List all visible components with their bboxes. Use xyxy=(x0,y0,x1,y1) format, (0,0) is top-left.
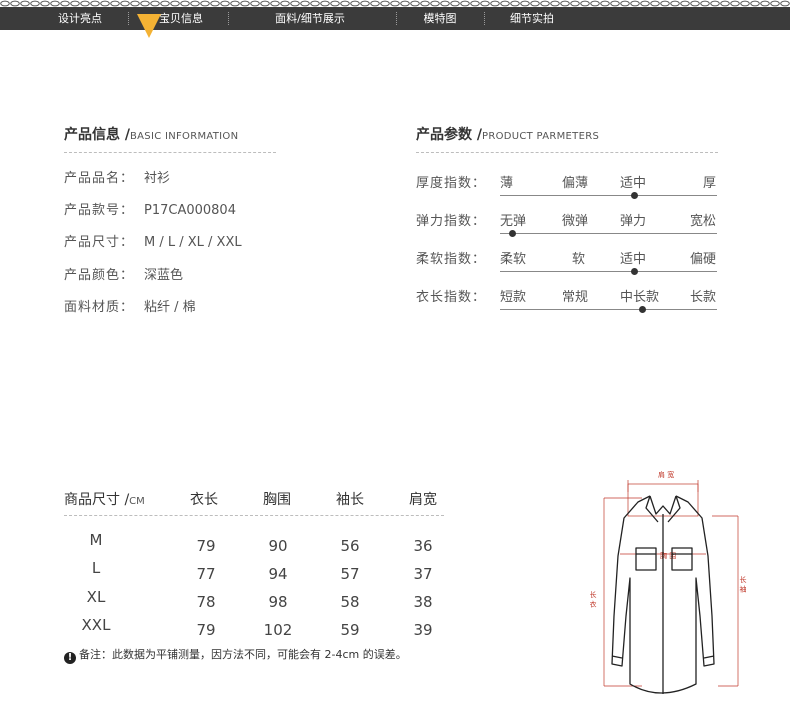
param-option: 适中 xyxy=(620,176,647,191)
size-table-cell: 98 xyxy=(268,593,288,611)
nav-separator xyxy=(396,12,397,25)
nav-separator xyxy=(228,12,229,25)
size-table-cell: 102 xyxy=(263,621,293,639)
nav-separator xyxy=(484,12,485,25)
info-label: 产品品名： xyxy=(64,171,135,186)
size-table-cell: 79 xyxy=(196,621,216,639)
info-subtitle: BASIC INFORMATION xyxy=(130,131,239,142)
size-table-cell: 79 xyxy=(196,537,216,555)
info-value: 深蓝色 xyxy=(144,268,184,283)
size-table-header-size: 商品尺寸 /CM xyxy=(64,489,145,509)
info-label: 产品款号： xyxy=(64,203,135,218)
param-selected-dot-icon xyxy=(631,268,638,275)
size-table-cell: 94 xyxy=(268,565,288,583)
param-scale-line xyxy=(500,233,717,234)
param-scale-line xyxy=(500,271,717,272)
size-table-cell: 37 xyxy=(413,565,433,583)
info-label: 产品尺寸： xyxy=(64,235,135,250)
info-value: P17CA000804 xyxy=(144,203,236,218)
params-title: 产品参数 / xyxy=(416,127,482,143)
divider xyxy=(64,515,444,516)
param-option: 厚 xyxy=(703,176,717,191)
param-option: 偏薄 xyxy=(562,176,589,191)
nav-item-detail-photos[interactable]: 细节实拍 xyxy=(500,7,564,30)
info-row-sizes: 产品尺寸： M / L / XL / XXL xyxy=(64,231,242,250)
info-section-title: 产品信息 /BASIC INFORMATION xyxy=(64,124,238,144)
param-selected-dot-icon xyxy=(631,192,638,199)
info-label: 面料材质： xyxy=(64,300,135,315)
param-scale-line xyxy=(500,309,717,310)
param-option: 偏硬 xyxy=(690,252,717,267)
param-option: 薄 xyxy=(500,176,514,191)
param-option: 微弹 xyxy=(562,214,589,229)
info-row-name: 产品品名： 衬衫 xyxy=(64,167,170,186)
size-table-cell: 38 xyxy=(413,593,433,611)
divider xyxy=(64,152,276,153)
diagram-length-label: 长 衣 xyxy=(590,590,597,608)
size-header-label: 商品尺寸 / xyxy=(64,492,130,508)
info-value: 粘纤 / 棉 xyxy=(144,300,196,315)
param-option: 中长款 xyxy=(620,290,660,305)
param-selected-dot-icon xyxy=(639,306,646,313)
nav-separator xyxy=(128,12,129,25)
size-table-cell: 78 xyxy=(196,593,216,611)
param-option: 长款 xyxy=(690,290,717,305)
size-table-header-chest: 胸围 xyxy=(263,492,291,508)
param-label: 衣长指数： xyxy=(416,290,487,305)
diagram-shoulder-label: 肩 宽 xyxy=(658,470,674,479)
decorative-chain-border xyxy=(0,0,790,7)
divider xyxy=(416,152,718,153)
nav-item-design[interactable]: 设计亮点 xyxy=(48,7,112,30)
info-row-style-no: 产品款号： P17CA000804 xyxy=(64,199,236,218)
size-header-unit: CM xyxy=(129,496,145,507)
size-table-header-length: 衣长 xyxy=(190,492,218,508)
size-table-cell: 57 xyxy=(340,565,360,583)
size-table-cell: 59 xyxy=(340,621,360,639)
param-option: 常规 xyxy=(562,290,589,305)
top-nav-bar: 设计亮点 宝贝信息 面料/细节展示 模特图 细节实拍 xyxy=(0,7,790,30)
param-option: 适中 xyxy=(620,252,647,267)
size-row-label: L xyxy=(91,559,101,577)
param-label: 厚度指数： xyxy=(416,176,487,191)
info-value: M / L / XL / XXL xyxy=(144,235,242,250)
size-row-label: XXL xyxy=(81,616,111,634)
diagram-sleeve-label: 长 袖 xyxy=(739,575,747,593)
param-label: 弹力指数： xyxy=(416,214,487,229)
size-table-cell: 56 xyxy=(340,537,360,555)
size-note: ! 备注：此数据为平铺测量，因方法不同，可能会有 2-4cm 的误差。 xyxy=(64,646,407,664)
note-text: 备注：此数据为平铺测量，因方法不同，可能会有 2-4cm 的误差。 xyxy=(79,648,407,661)
params-subtitle: PRODUCT PARMETERS xyxy=(482,131,600,142)
info-title: 产品信息 / xyxy=(64,127,130,143)
info-row-color: 产品颜色： 深蓝色 xyxy=(64,264,183,283)
size-table-cell: 90 xyxy=(268,537,288,555)
param-scale-line xyxy=(500,195,717,196)
param-option: 短款 xyxy=(500,290,527,305)
shirt-measurement-diagram-icon: 肩 宽 胸 围 长 衣 长 袖 xyxy=(590,470,747,694)
info-row-material: 面料材质： 粘纤 / 棉 xyxy=(64,296,196,315)
param-option: 柔软 xyxy=(500,252,527,267)
param-selected-dot-icon xyxy=(509,230,516,237)
nav-item-model[interactable]: 模特图 xyxy=(412,7,468,30)
info-value: 衬衫 xyxy=(144,171,171,186)
param-option: 软 xyxy=(572,252,586,267)
info-label: 产品颜色： xyxy=(64,268,135,283)
size-table-cell: 39 xyxy=(413,621,433,639)
size-table-cell: 58 xyxy=(340,593,360,611)
warning-icon: ! xyxy=(64,652,76,664)
size-table-cell: 77 xyxy=(196,565,216,583)
param-option: 无弹 xyxy=(500,214,527,229)
params-section-title: 产品参数 /PRODUCT PARMETERS xyxy=(416,124,599,144)
param-option: 宽松 xyxy=(690,214,717,229)
size-table-header-sleeve: 袖长 xyxy=(336,492,364,508)
nav-item-fabric-detail[interactable]: 面料/细节展示 xyxy=(262,7,358,30)
param-option: 弹力 xyxy=(620,214,647,229)
size-table-cell: 36 xyxy=(413,537,433,555)
size-row-label: M xyxy=(89,531,103,549)
size-table-header-shoulder: 肩宽 xyxy=(409,492,437,508)
size-row-label: XL xyxy=(86,588,106,606)
param-label: 柔软指数： xyxy=(416,252,487,267)
active-tab-marker-icon xyxy=(137,14,161,38)
